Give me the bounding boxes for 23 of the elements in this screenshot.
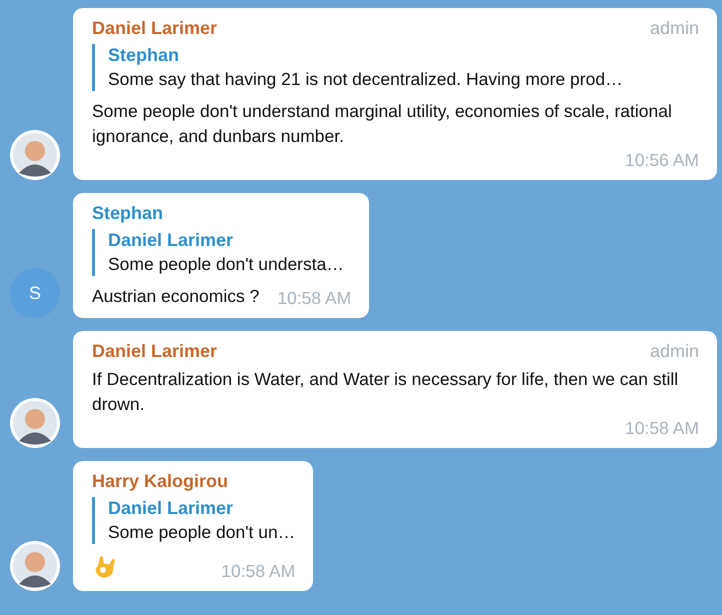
avatar[interactable]: S [10, 268, 60, 318]
message-time: 10:58 AM [277, 287, 352, 309]
message-time: 10:56 AM [625, 149, 699, 171]
message-time: 10:58 AM [625, 417, 699, 439]
quoted-sender: Daniel Larimer [108, 230, 234, 251]
message-text: If Decentralization is Water, and Water is necessary for life, then we can still drown. [92, 368, 680, 416]
message-text: Some people don't understand marginal utility, economies of scale, rational ignorance, and dunbars number. [92, 100, 673, 148]
quoted-text: Some people don't un… [108, 522, 296, 543]
message-text: Austrian economics ? [92, 285, 260, 308]
sender-name[interactable]: Harry Kalogirou [92, 471, 228, 492]
message-time: 10:58 AM [221, 560, 296, 582]
quoted-text: Some say that having 21 is not decentralized. Having more prod… [108, 69, 624, 90]
reply-quote[interactable]: Daniel Larimer Some people don't understa… [92, 229, 352, 276]
sender-name[interactable]: Daniel Larimer [92, 18, 218, 39]
sender-name[interactable]: Stephan [92, 203, 164, 224]
reply-quote[interactable]: Stephan Some say that having 21 is not decentralized. Having more prod… [92, 44, 699, 91]
reply-quote[interactable]: Daniel Larimer Some people don't un… [92, 497, 296, 544]
role-label: admin [650, 18, 699, 39]
quoted-sender: Stephan [108, 45, 180, 66]
quoted-sender: Daniel Larimer [108, 498, 234, 519]
role-label: admin [650, 341, 699, 362]
quoted-text: Some people don't understa… [108, 254, 345, 275]
sender-name[interactable]: Daniel Larimer [92, 341, 218, 362]
